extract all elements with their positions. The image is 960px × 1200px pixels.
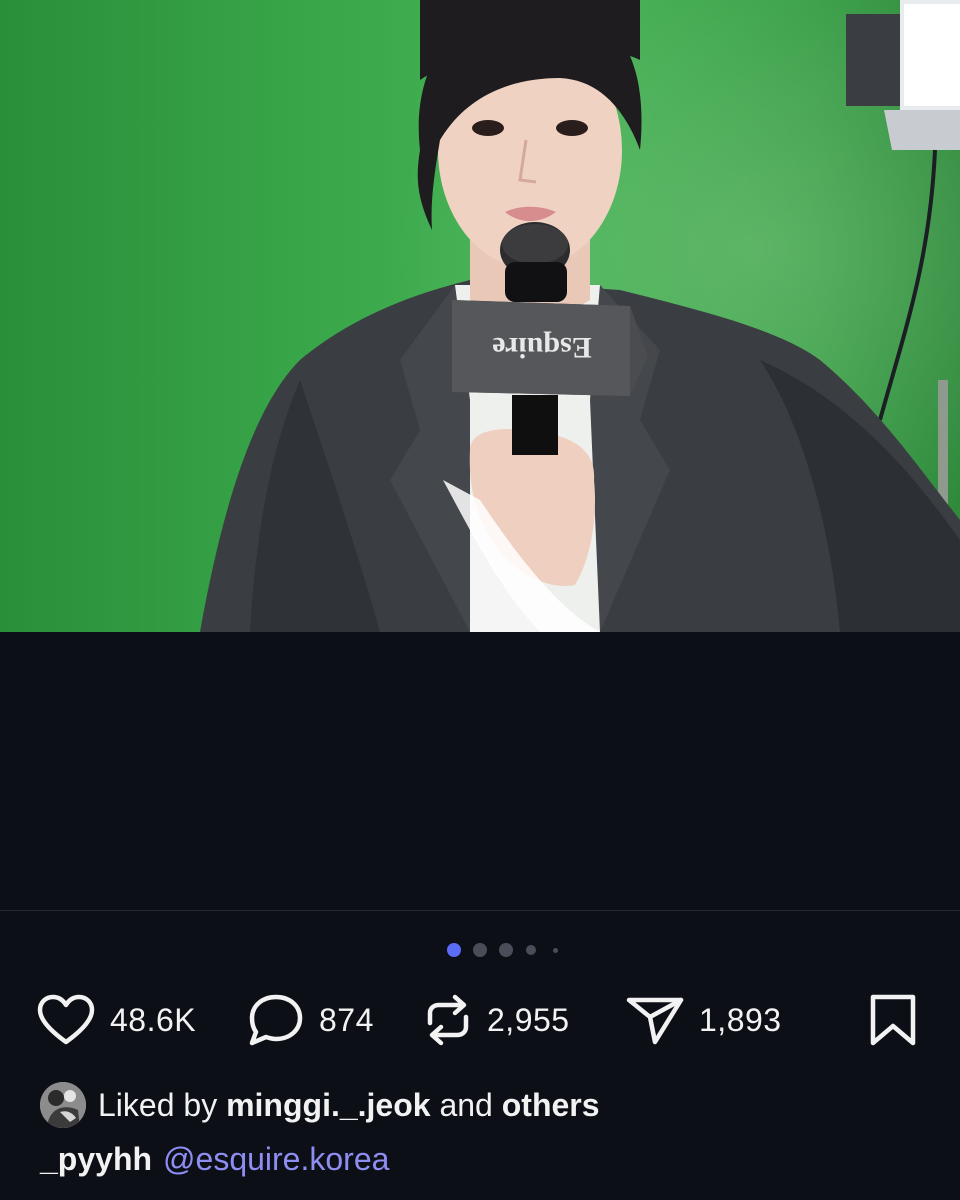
divider xyxy=(0,910,960,911)
post-photo-illustration: Esquire xyxy=(200,0,960,632)
carousel-dot-4[interactable] xyxy=(526,945,536,955)
caption-username[interactable]: _pyyhh xyxy=(40,1141,152,1178)
bookmark-action[interactable] xyxy=(868,990,918,1050)
carousel-dot-1[interactable] xyxy=(447,943,461,957)
liked-by[interactable]: Liked by minggi._.jeok and others xyxy=(40,1080,600,1130)
carousel-dot-2[interactable] xyxy=(473,943,487,957)
carousel-dot-3[interactable] xyxy=(499,943,513,957)
avatar[interactable] xyxy=(40,1082,86,1128)
share-action[interactable]: 1,893 xyxy=(625,990,782,1050)
liked-by-others[interactable]: others xyxy=(502,1087,600,1124)
svg-text:Esquire: Esquire xyxy=(492,331,591,364)
carousel-dot-5[interactable] xyxy=(553,948,558,953)
post-image[interactable]: Esquire xyxy=(0,0,960,632)
heart-icon[interactable] xyxy=(36,994,96,1046)
bookmark-icon[interactable] xyxy=(868,992,918,1048)
repost-action[interactable]: 2,955 xyxy=(423,990,570,1050)
like-count: 48.6K xyxy=(110,1001,197,1038)
caption: _pyyhh @esquire.korea xyxy=(40,1136,389,1182)
share-count: 1,893 xyxy=(699,1001,782,1038)
comment-action[interactable]: 874 xyxy=(247,990,374,1050)
liked-by-prefix: Liked by xyxy=(98,1086,218,1123)
send-icon[interactable] xyxy=(625,992,685,1048)
liked-by-connector: and xyxy=(439,1086,493,1123)
liked-by-user[interactable]: minggi._.jeok xyxy=(226,1087,430,1124)
caption-mention[interactable]: @esquire.korea xyxy=(163,1141,389,1178)
comment-icon[interactable] xyxy=(247,992,305,1048)
repost-count: 2,955 xyxy=(487,1001,570,1038)
carousel-indicator xyxy=(0,942,960,958)
like-action[interactable]: 48.6K xyxy=(36,990,196,1050)
repost-icon[interactable] xyxy=(423,993,473,1047)
comment-count: 874 xyxy=(319,1001,374,1038)
